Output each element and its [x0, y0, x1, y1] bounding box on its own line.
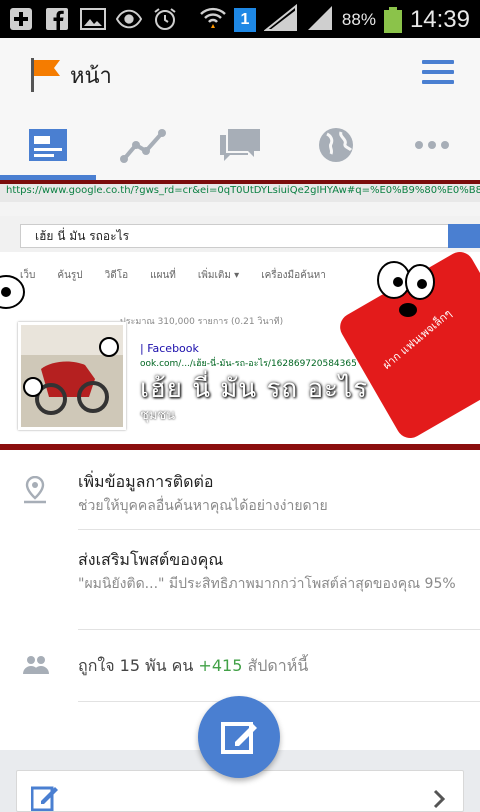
menu-button[interactable] — [422, 60, 454, 86]
cover-browser-url: https://www.google.co.th/?gws_rd=cr&ei=0… — [0, 180, 480, 202]
add-contact-subtitle: ช่วยให้บุคคลอื่นค้นหาคุณได้อย่างง่ายดาย — [78, 498, 328, 514]
battery-percent: 88% — [341, 10, 376, 29]
tab-more[interactable] — [384, 110, 480, 180]
sim-slot-badge: 1 — [233, 8, 256, 32]
signal-icon — [263, 3, 298, 36]
tab-insights[interactable] — [96, 110, 192, 180]
likes-change: +415 — [198, 656, 243, 675]
boost-post-row[interactable]: ส่งเสริมโพสต์ของคุณ "ผมนิยังติด..." มีปร… — [0, 530, 480, 630]
app-bar: หน้า — [0, 38, 480, 111]
wifi-icon — [200, 6, 226, 34]
line-chart-icon — [120, 129, 166, 163]
boost-post-title: ส่งเสริมโพสต์ของคุณ — [78, 550, 224, 569]
page-title: หน้า — [70, 64, 112, 89]
chat-icon — [220, 129, 260, 161]
cover-bookmarks-bar — [0, 202, 480, 216]
battery-icon — [383, 7, 402, 33]
tab-page-info[interactable] — [0, 110, 96, 180]
cover-photo[interactable]: https://www.google.co.th/?gws_rd=cr&ei=0… — [0, 180, 480, 450]
signal-icon — [306, 4, 334, 36]
motorcycle-photo — [21, 325, 123, 427]
edit-icon — [31, 786, 58, 811]
likes-prefix: ถูกใจ — [78, 656, 115, 675]
likes-row[interactable]: ถูกใจ 15 พัน คน +415 สัปดาห์นี้ — [0, 630, 480, 700]
chevron-right-icon — [433, 789, 445, 809]
eye-icon — [116, 6, 142, 32]
cartoon-face-right — [377, 261, 435, 317]
tab-web[interactable] — [288, 110, 384, 180]
boost-post-subtitle: "ผมนิยังติด..." มีประสิทธิภาพมากกว่าโพสต… — [78, 576, 456, 592]
plus-box-icon — [8, 6, 34, 32]
likes-period: สัปดาห์นี้ — [247, 656, 309, 675]
facebook-icon — [44, 6, 70, 32]
more-dots-icon — [415, 141, 449, 149]
status-bar: 1 88% 14:39 — [0, 0, 480, 38]
cover-result-meta: ประมาณ 310,000 รายการ (0.21 วินาที) — [120, 317, 284, 327]
cover-result-link: | Facebook — [140, 342, 199, 355]
divider — [78, 701, 480, 702]
cartoon-face-left — [0, 275, 25, 309]
cover-search-button — [448, 224, 480, 248]
cover-search-row: เฮ้ย นี่ มัน รถอะไร — [0, 216, 480, 252]
page-name: เฮ้ย นี่ มัน รถ อะไร — [140, 374, 369, 404]
page-card-icon — [29, 129, 67, 161]
tab-bar — [0, 110, 480, 180]
menu-icon — [422, 60, 454, 64]
compose-fab[interactable] — [198, 696, 280, 778]
clock: 14:39 — [409, 6, 470, 33]
location-pin-icon — [22, 475, 48, 508]
alarm-icon — [152, 6, 178, 32]
page-category: ชุมชน — [140, 408, 176, 423]
tab-messages[interactable] — [192, 110, 288, 180]
system-icons: 1 88% 14:39 — [200, 3, 470, 36]
likes-unit: พัน คน — [145, 656, 194, 675]
image-icon — [80, 6, 106, 32]
likes-summary: ถูกใจ 15 พัน คน +415 สัปดาห์นี้ — [78, 654, 308, 679]
add-contact-title: เพิ่มข้อมูลการติดต่อ — [78, 472, 214, 491]
add-contact-row[interactable]: เพิ่มข้อมูลการติดต่อ ช่วยให้บุคคลอื่นค้น… — [0, 450, 480, 530]
people-icon — [22, 655, 50, 679]
cover-google-tabs: เว็บ ค้นรูป วิดีโอ แผนที่ เพิ่มเติม ▾ เครื่อง… — [20, 270, 326, 281]
globe-icon — [319, 128, 353, 162]
profile-picture[interactable] — [18, 322, 126, 430]
notification-icons — [8, 6, 178, 32]
flag-icon — [30, 58, 62, 96]
cover-search-box: เฮ้ย นี่ มัน รถอะไร — [20, 224, 452, 248]
likes-count: 15 — [119, 656, 141, 675]
compose-icon — [221, 722, 257, 754]
